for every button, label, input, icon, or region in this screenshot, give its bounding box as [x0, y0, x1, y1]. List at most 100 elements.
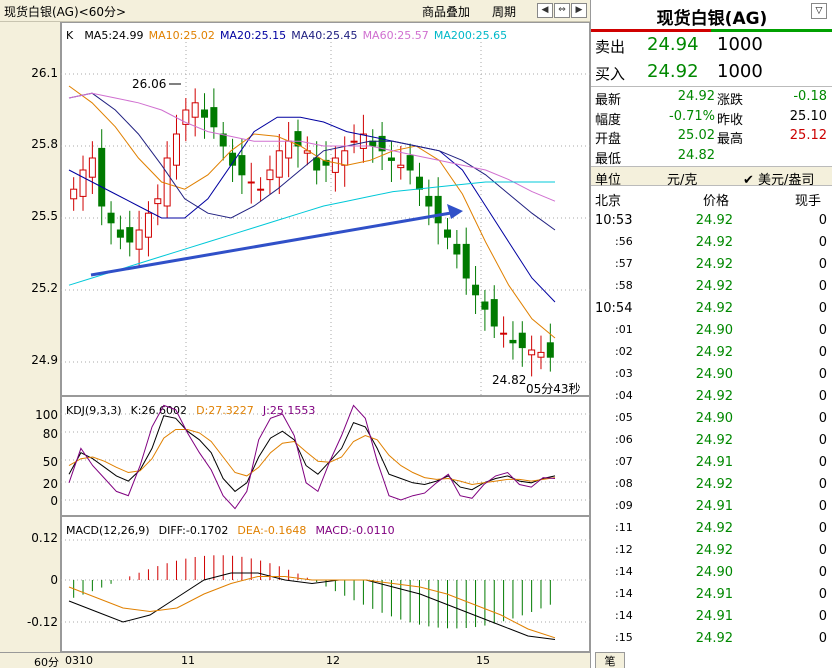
tick-time: :14 — [615, 565, 633, 578]
tick-time: :12 — [615, 543, 633, 556]
candle-body — [266, 169, 274, 181]
low-annotation: 24.82 — [492, 373, 527, 387]
tick-time: :15 — [615, 631, 633, 644]
tick-row: :09 24.91 0 — [591, 496, 832, 518]
tick-volume: 0 — [818, 213, 827, 228]
candle-body — [406, 155, 414, 171]
candle-body — [415, 176, 423, 190]
candle-body — [341, 150, 349, 166]
tick-row: :05 24.90 0 — [591, 408, 832, 430]
x-axis-label: 11 — [181, 654, 195, 667]
tick-row: :56 24.92 0 — [591, 232, 832, 254]
tick-volume: 0 — [818, 323, 827, 338]
candle-body — [79, 169, 87, 197]
candle-body — [163, 157, 171, 207]
stat-label: 幅度 — [595, 112, 622, 128]
candle-body — [116, 229, 124, 238]
tick-row: :11 24.92 0 — [591, 518, 832, 540]
tick-time: :58 — [615, 279, 633, 292]
tick-price: 24.92 — [695, 235, 733, 250]
high-annotation: 26.06 — [132, 77, 167, 91]
tick-row: :03 24.90 0 — [591, 364, 832, 386]
sell-price[interactable]: 24.94 — [647, 34, 699, 55]
tick-row: :14 24.90 0 — [591, 562, 832, 584]
candle-body — [70, 188, 78, 200]
tick-row: :08 24.92 0 — [591, 474, 832, 496]
buy-price[interactable]: 24.92 — [647, 61, 699, 82]
zoom-icon[interactable]: ⇔ — [554, 3, 570, 18]
ticks-header-time: 北京 — [595, 194, 622, 209]
stat-label: 开盘 — [595, 132, 622, 147]
tick-price: 24.90 — [695, 323, 733, 338]
tab-trades[interactable]: 笔 — [595, 652, 625, 668]
tick-time: :14 — [615, 587, 633, 600]
scroll-right-icon[interactable]: ▶ — [571, 3, 587, 18]
candle-body — [490, 299, 498, 327]
x-axis-label: 0310 — [65, 654, 93, 667]
stat-label: 最低 — [595, 151, 622, 167]
tick-time: :08 — [615, 477, 633, 490]
tick-price: 24.92 — [695, 477, 733, 492]
quote-panel: 现货白银(AG) ▽ 卖出 24.94 1000 买入 24.92 1000 最… — [590, 0, 832, 668]
unit-alt-toggle[interactable]: ✔ 美元/盎司 — [743, 169, 814, 188]
period-button[interactable]: 周期 — [492, 3, 516, 20]
tick-time: :03 — [615, 367, 633, 380]
tick-row: :04 24.92 0 — [591, 386, 832, 408]
tick-volume: 0 — [818, 455, 827, 470]
tick-volume: 0 — [818, 477, 827, 492]
candle-body — [509, 339, 517, 344]
candle-body — [500, 332, 508, 335]
unit-value[interactable]: 元/克 — [667, 169, 697, 188]
candle-body — [135, 229, 143, 250]
tick-price: 24.92 — [695, 301, 733, 316]
tick-volume: 0 — [818, 389, 827, 404]
tick-volume: 0 — [818, 279, 827, 294]
tick-time: :07 — [615, 455, 633, 468]
candle-body — [481, 301, 489, 310]
tick-volume: 0 — [818, 609, 827, 624]
candle-body — [201, 109, 209, 118]
ma10-line — [68, 85, 556, 339]
quote-title: 现货白银(AG) — [656, 9, 768, 29]
x-axis-bar: 60分 0310 11 12 15 — [0, 652, 590, 668]
candle-body — [434, 195, 442, 224]
overlay-button[interactable]: 商品叠加 — [422, 3, 470, 20]
tick-volume: 0 — [818, 543, 827, 558]
divider — [591, 86, 832, 87]
tick-volume: 0 — [818, 367, 827, 382]
buy-label: 买入 — [595, 65, 626, 83]
trend-arrow-head — [447, 204, 463, 219]
menu-arrow-icon[interactable]: ▽ — [811, 3, 827, 19]
tick-volume: 0 — [818, 499, 827, 514]
tick-price: 24.92 — [695, 257, 733, 272]
x-axis-label: 15 — [476, 654, 490, 667]
stats-row: 最新 24.92 涨跌 -0.18 — [591, 88, 832, 108]
tick-volume: 0 — [818, 411, 827, 426]
sell-strip — [591, 29, 711, 32]
tick-price: 24.92 — [695, 279, 733, 294]
sell-label: 卖出 — [595, 38, 626, 56]
stat-label: 最新 — [595, 93, 622, 108]
candle-body — [88, 157, 96, 178]
candle-body — [107, 212, 115, 224]
candle-body — [126, 227, 134, 243]
candle-body — [144, 212, 152, 238]
tick-time: :57 — [615, 257, 633, 270]
tick-volume: 0 — [818, 345, 827, 360]
unit-bar: 单位 元/克 ✔ 美元/盎司 — [591, 166, 832, 188]
tick-price: 24.91 — [695, 609, 733, 624]
quote-header: 现货白银(AG) ▽ — [591, 0, 832, 29]
chart-toolbar: 现货白银(AG)<60分> 商品叠加 周期 ◀ ⇔ ▶ — [0, 0, 590, 22]
ticks-header: 北京 价格 现手 — [591, 188, 832, 209]
tick-time: :04 — [615, 389, 633, 402]
period-label: 60分 — [34, 656, 59, 668]
tick-price: 24.92 — [695, 631, 733, 646]
scroll-left-icon[interactable]: ◀ — [537, 3, 553, 18]
tick-price: 24.92 — [695, 389, 733, 404]
tick-time: :09 — [615, 499, 633, 512]
tick-price: 24.92 — [695, 213, 733, 228]
candle-body — [397, 164, 405, 169]
candle-body — [537, 351, 545, 358]
candle-body — [238, 155, 246, 176]
tick-volume: 0 — [818, 257, 827, 272]
